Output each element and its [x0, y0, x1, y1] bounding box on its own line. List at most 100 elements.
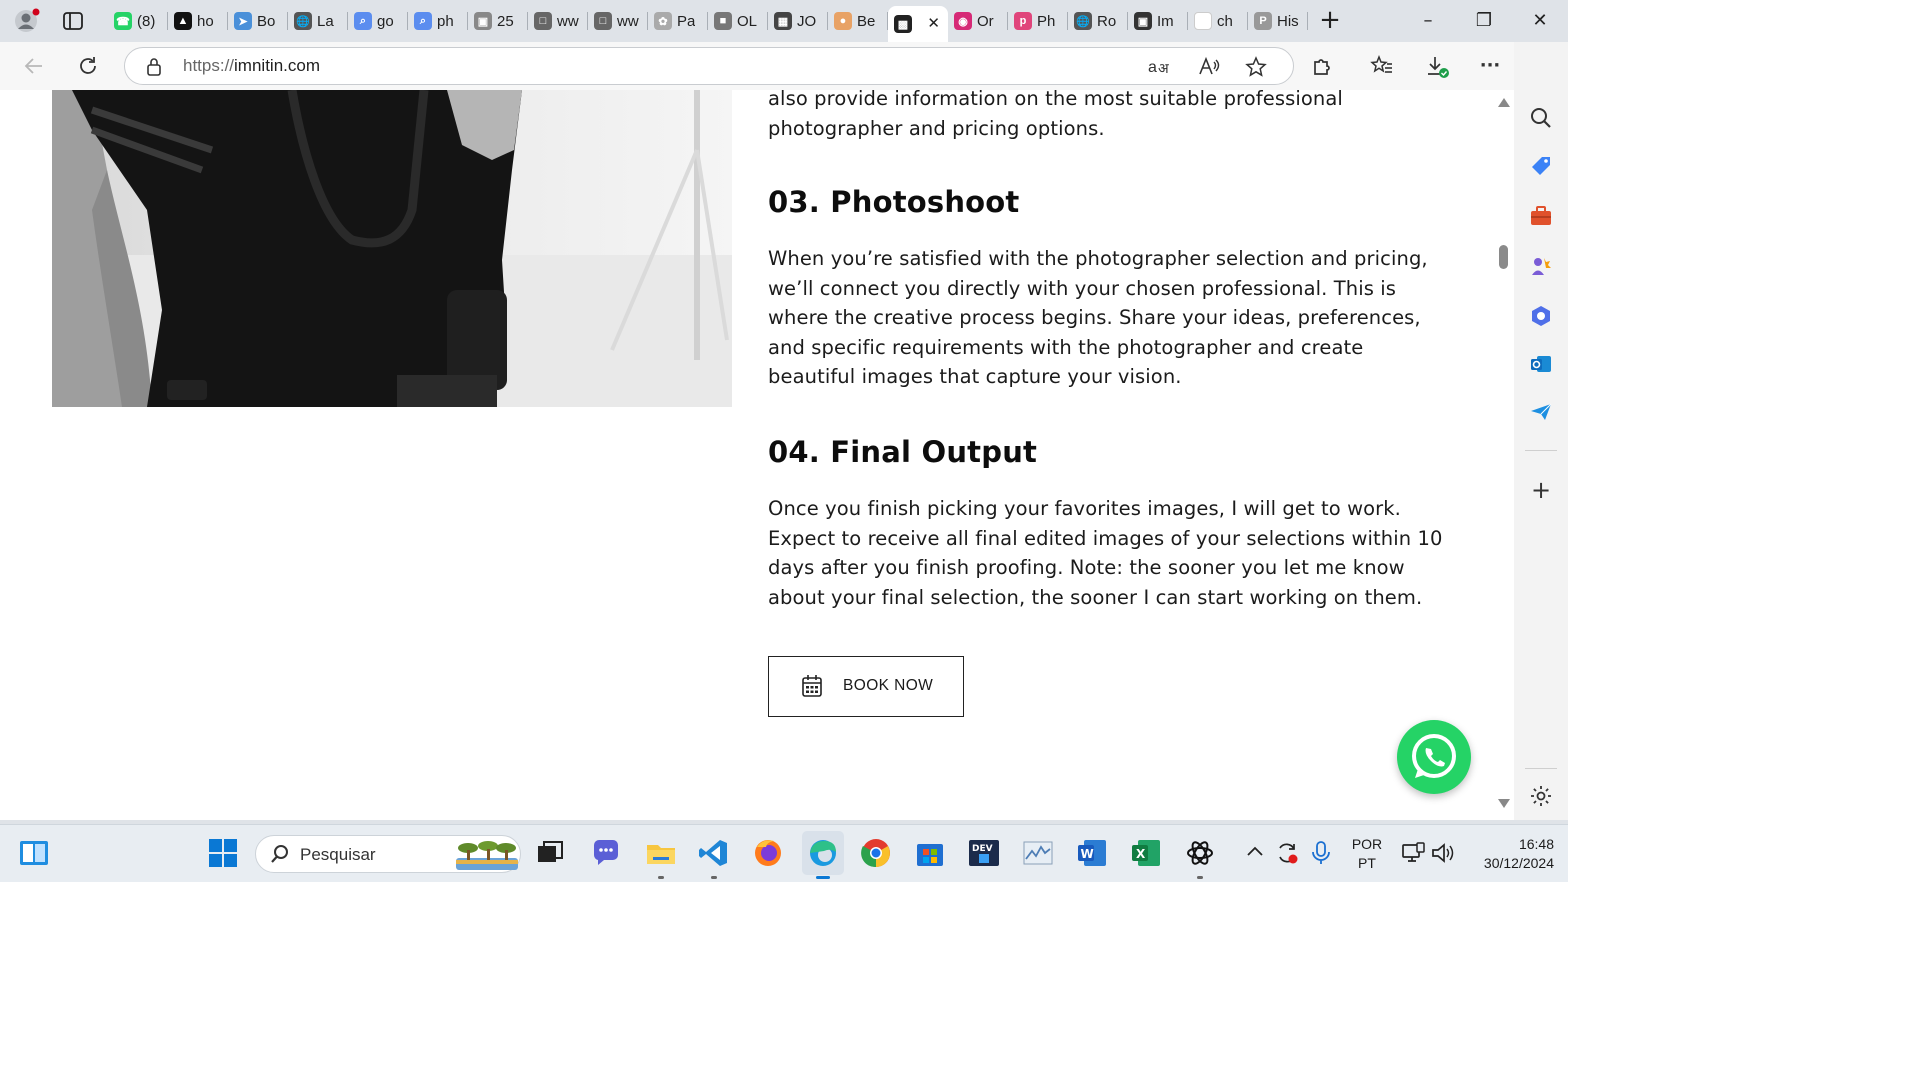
- read-aloud-icon[interactable]: [1197, 56, 1221, 82]
- tab[interactable]: □ ww: [588, 6, 648, 36]
- copilot-sidebar-icon[interactable]: [1529, 304, 1553, 328]
- widgets-icon[interactable]: [18, 837, 50, 869]
- tab[interactable]: ⌕ go: [348, 6, 408, 36]
- back-icon[interactable]: [22, 54, 46, 78]
- page-scrollbar[interactable]: [1494, 90, 1514, 820]
- favorites-icon[interactable]: [1370, 54, 1394, 78]
- tab-title: La: [317, 12, 334, 30]
- book-now-button[interactable]: BOOK NOW: [768, 656, 964, 717]
- tab-title: 25: [497, 12, 514, 30]
- svg-text:अ: अ: [1158, 61, 1169, 77]
- calendar-icon: [801, 674, 823, 702]
- step-4-text: Once you finish picking your favorites i…: [768, 497, 1443, 609]
- tab[interactable]: ● Be: [828, 6, 888, 36]
- language-top[interactable]: POR: [1346, 836, 1388, 852]
- volume-icon[interactable]: [1430, 840, 1456, 866]
- step-3-heading: 03. Photoshoot: [768, 185, 1020, 219]
- sidebar-separator: [1525, 768, 1557, 769]
- tab[interactable]: P His: [1248, 6, 1308, 36]
- close-window-button[interactable]: ✕: [1518, 6, 1562, 36]
- language-bottom[interactable]: PT: [1346, 855, 1388, 871]
- excel-icon[interactable]: X: [1130, 837, 1162, 869]
- add-sidebar-app-icon[interactable]: +: [1529, 478, 1553, 502]
- vscode-icon[interactable]: [698, 837, 730, 869]
- whatsapp-icon: [1412, 734, 1456, 778]
- scroll-down-arrow-icon[interactable]: [1498, 799, 1510, 808]
- tab[interactable]: ➤ Bo: [228, 6, 288, 36]
- refresh-icon[interactable]: [76, 54, 100, 78]
- p-letter-icon: P: [1254, 12, 1272, 30]
- profile-icon[interactable]: [14, 8, 40, 34]
- tools-briefcase-icon[interactable]: [1529, 204, 1553, 228]
- sidebar-search-icon[interactable]: [1529, 106, 1553, 130]
- network-icon[interactable]: [1400, 840, 1426, 866]
- devhome-icon[interactable]: DEV: [968, 837, 1000, 869]
- clock-time[interactable]: 16:48: [1464, 836, 1554, 852]
- tab-actions-icon[interactable]: [62, 10, 84, 32]
- downloads-icon[interactable]: [1425, 54, 1449, 78]
- store-icon[interactable]: [914, 837, 946, 869]
- tab[interactable]: 🌐 La: [288, 6, 348, 36]
- chatgpt-icon[interactable]: [1184, 837, 1216, 869]
- shopping-tag-icon[interactable]: [1529, 154, 1553, 178]
- new-tab-button[interactable]: +: [1316, 7, 1344, 35]
- address-bar[interactable]: https://imnitin.com aअ: [124, 47, 1294, 85]
- url-text[interactable]: https://imnitin.com: [183, 56, 320, 76]
- tab-title: ww: [557, 12, 579, 30]
- close-tab-icon[interactable]: ✕: [927, 14, 940, 32]
- scroll-thumb[interactable]: [1499, 245, 1508, 269]
- microphone-icon[interactable]: [1310, 840, 1332, 866]
- extensions-icon[interactable]: [1310, 54, 1334, 78]
- restore-button[interactable]: ❐: [1462, 6, 1506, 36]
- games-icon[interactable]: [1529, 254, 1553, 278]
- tab[interactable]: ■ OL: [708, 6, 768, 36]
- image-icon: ▣: [474, 12, 492, 30]
- tray-overflow-chevron-icon[interactable]: [1244, 841, 1266, 863]
- tab[interactable]: p Ph: [1008, 6, 1068, 36]
- tab[interactable]: ▣ 25: [468, 6, 528, 36]
- tab[interactable]: ◉ Or: [948, 6, 1008, 36]
- intro-paragraph-end: also provide information on the most sui…: [768, 90, 1343, 140]
- tab[interactable]: ▲ ho: [168, 6, 228, 36]
- edge-taskbar-button[interactable]: [802, 831, 844, 875]
- taskbar-search[interactable]: Pesquisar: [255, 835, 521, 873]
- outlook-icon[interactable]: [1529, 352, 1553, 376]
- search-placeholder: Pesquisar: [300, 845, 376, 864]
- scroll-up-arrow-icon[interactable]: [1498, 98, 1510, 107]
- tab[interactable]: 🌐 Ro: [1068, 6, 1128, 36]
- tab[interactable]: □ ww: [528, 6, 588, 36]
- doc-icon: □: [594, 12, 612, 30]
- send-icon[interactable]: [1529, 400, 1553, 424]
- word-icon[interactable]: W: [1076, 837, 1108, 869]
- file-explorer-icon[interactable]: [645, 837, 677, 869]
- photos-graph-icon[interactable]: [1022, 837, 1054, 869]
- whatsapp-chat-button[interactable]: [1397, 720, 1471, 794]
- translate-icon[interactable]: aअ: [1147, 56, 1171, 83]
- search-highlight-image: [456, 840, 518, 874]
- leaf-icon: ✿: [654, 12, 672, 30]
- tab-title: ho: [197, 12, 214, 30]
- start-button[interactable]: [207, 837, 239, 869]
- chat-app-icon[interactable]: [590, 837, 622, 869]
- tab-active[interactable]: ▩ ✕: [888, 6, 948, 42]
- minimize-button[interactable]: –: [1406, 6, 1450, 36]
- tab[interactable]: ▦ JO: [768, 6, 828, 36]
- lock-icon[interactable]: [145, 57, 163, 81]
- firefox-icon[interactable]: [752, 837, 784, 869]
- clock-date[interactable]: 30/12/2024: [1456, 855, 1554, 871]
- sidebar-settings-icon[interactable]: [1529, 784, 1553, 808]
- task-view-icon[interactable]: [534, 837, 566, 869]
- tab[interactable]: ch: [1188, 6, 1248, 36]
- svg-text:a: a: [1148, 59, 1157, 76]
- tab-list: ☎ (8) ▲ ho ➤ Bo 🌐 La ⌕ go ⌕ ph ▣ 25 □ ww □ ww ✿ Pa ■ OL ▦ JO ● Be…: [108, 6, 1308, 42]
- tab[interactable]: ▣ Im: [1128, 6, 1188, 36]
- doc-icon: □: [534, 12, 552, 30]
- tab[interactable]: ✿ Pa: [648, 6, 708, 36]
- tab[interactable]: ☎ (8): [108, 6, 168, 36]
- tab[interactable]: ⌕ ph: [408, 6, 468, 36]
- cube-icon: ■: [714, 12, 732, 30]
- favorite-star-icon[interactable]: [1245, 56, 1267, 82]
- sync-icon[interactable]: [1274, 840, 1300, 866]
- more-options-icon[interactable]: ···: [1478, 54, 1502, 78]
- chrome-icon[interactable]: [860, 837, 892, 869]
